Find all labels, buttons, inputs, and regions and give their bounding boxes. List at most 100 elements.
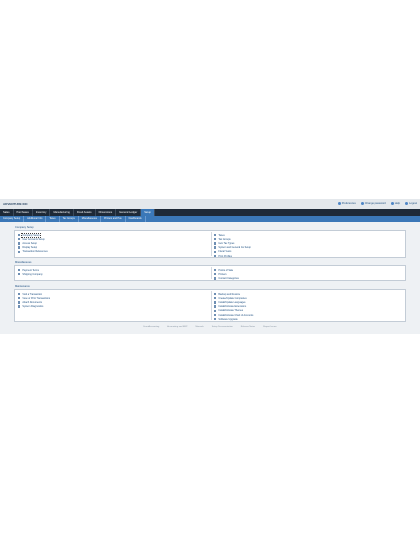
page-icon [18,250,21,254]
toolbar-link-logout[interactable]: Logout [405,202,417,205]
app-window: ADVENTURE INC Preferences Change password… [0,199,420,334]
footer-link-report-issues[interactable]: Report Issues [263,326,277,328]
section-panel-miscellaneous: Payment Terms Shipping Company Points of S… [14,265,406,281]
menu-item-label: Install/Update Languages [218,300,246,304]
tab-purchases[interactable]: Purchases [14,209,33,216]
top-bar: ADVENTURE INC Preferences Change password… [0,199,420,209]
menu-item-label: Contact Categories [218,276,239,280]
page-icon [18,305,21,308]
tab-manufacturing[interactable]: Manufacturing [50,209,74,216]
menu-item-label: View or Print Transactions [22,296,51,300]
section-panel-company-setup: Company Setup User Accounts Setup Access S… [14,230,406,258]
menu-item-label: Install/Activate Extensions [218,305,247,309]
page-icon [214,233,217,237]
toolbar-link-label: Change password [364,202,386,205]
subtab-printers-and-pos[interactable]: Printers and Pos [101,216,126,222]
page-icon [18,273,21,276]
subtab-company-setup[interactable]: Company Setup [0,216,25,222]
page-icon [214,309,217,313]
section-title-maintenance: Maintenance [15,285,30,288]
column-divider [211,267,212,279]
menu-item-label: Shipping Company [22,272,43,276]
menu-item-label: Print Profiles [218,254,232,258]
footer-link-accounting-and-erp[interactable]: Accounting and ERP [167,326,187,328]
column-left: Payment Terms Shipping Company [18,268,43,276]
page-icon [214,318,217,321]
footer-link-setup-documentation[interactable]: Setup Documentation [212,326,233,328]
toolbar-links: Preferences Change password Help Logout [337,202,417,205]
menu-item-contact-categories[interactable]: Contact Categories [214,276,239,280]
page-icon [214,254,217,258]
sub-nav: Company Setup Additional Info Taxes Tax Gro… [0,216,420,222]
menu-item-label: Install/Activate Chart of Accounts [218,313,254,317]
column-right: Backup and Restore Create/Update Companie… [214,292,253,321]
menu-item-label: Install/Activate Themes [218,309,244,313]
menu-item-user-accounts-setup[interactable]: User Accounts Setup [18,237,48,241]
menu-item-label: Transaction References [22,250,48,254]
menu-item-software-upgrade[interactable]: Software Upgrade [214,317,253,321]
menu-item-view-or-print-transactions[interactable]: View or Print Transactions [18,296,50,300]
toolbar-link-preferences[interactable]: Preferences [337,202,356,205]
menu-item-label: Software Upgrade [218,317,238,321]
menu-item-label: Display Setup [22,246,38,250]
tab-setup[interactable]: Setup [141,209,155,216]
menu-item-label: Tax Groups [218,237,231,241]
section-panel-maintenance: Void a Transaction View or Print Transact… [14,289,406,322]
subtab-taxes[interactable]: Taxes [46,216,60,222]
menu-item-system-diagnostics[interactable]: System Diagnostics [18,305,50,309]
column-right: Taxes Tax Groups Item Tax Types System and … [214,233,251,258]
menu-item-label: Backup and Restore [218,292,241,296]
page-icon [214,313,217,317]
page-icon [214,242,217,245]
menu-item-system-and-general-gl-setup[interactable]: System and General GL Setup [214,246,251,250]
menu-item-label: Item Tax Types [218,241,235,245]
page-icon [214,305,217,308]
column-left: Company Setup User Accounts Setup Access S… [18,232,48,254]
menu-item-label: Payment Terms [22,268,39,272]
footer-link-frontaccounting[interactable]: FrontAccounting [143,326,159,328]
subtab-tax-groups[interactable]: Tax Groups [60,216,79,222]
page-icon [18,301,21,304]
menu-item-print-profiles[interactable]: Print Profiles [214,254,251,258]
page-icon [214,297,217,300]
toolbar-link-label: Help [394,202,401,205]
footer: FrontAccounting Accounting and ERP Manuals… [0,326,420,328]
toolbar-link-help[interactable]: Help [390,202,401,205]
page-icon [18,268,21,272]
tab-dimensions[interactable]: Dimensions [96,209,117,216]
menu-item-label: User Accounts Setup [22,237,45,241]
column-right: Points of Sale Printers Contact Categories [214,268,239,281]
page-icon [18,233,21,237]
page-icon [214,277,217,280]
tab-sales[interactable]: Sales [0,209,14,216]
toolbar-link-label: Preferences [341,202,356,205]
column-left: Void a Transaction View or Print Transact… [18,292,50,309]
page-icon [214,246,217,249]
logout-icon [405,202,409,205]
menu-item-install-activate-chart-of-accounts[interactable]: Install/Activate Chart of Accounts [214,313,253,317]
footer-link-manuals[interactable]: Manuals [195,326,203,328]
menu-item-label: Taxes [218,233,225,237]
page-icon [18,246,21,249]
menu-item-label: System Diagnostics [22,305,44,309]
menu-item-label: Points of Sale [218,268,234,272]
tab-inventory[interactable]: Inventory [33,209,51,216]
subtab-miscellaneous[interactable]: Miscellaneous [79,216,101,222]
menu-item-label: Fiscal Years [218,250,232,254]
page-icon [18,242,21,245]
subtab-additional-info[interactable]: Additional Info [24,216,47,222]
menu-item-shipping-company[interactable]: Shipping Company [18,272,43,276]
menu-item-payment-terms[interactable]: Payment Terms [18,268,43,272]
tab-fixed-assets[interactable]: Fixed Assets [74,209,96,216]
toolbar-link-change-password[interactable]: Change password [360,202,386,205]
subtab-dashboards[interactable]: Dashboards [126,216,146,222]
tab-general-ledger[interactable]: General Ledger [116,209,142,216]
help-icon [390,202,394,205]
page-icon [214,238,217,241]
menu-item-transaction-references[interactable]: Transaction References [18,250,48,254]
column-divider [211,291,212,320]
page-icon [214,268,217,272]
footer-link-release-notes[interactable]: Release Notes [241,326,255,328]
company-name: ADVENTURE INC [3,202,28,206]
page-icon [214,292,217,296]
